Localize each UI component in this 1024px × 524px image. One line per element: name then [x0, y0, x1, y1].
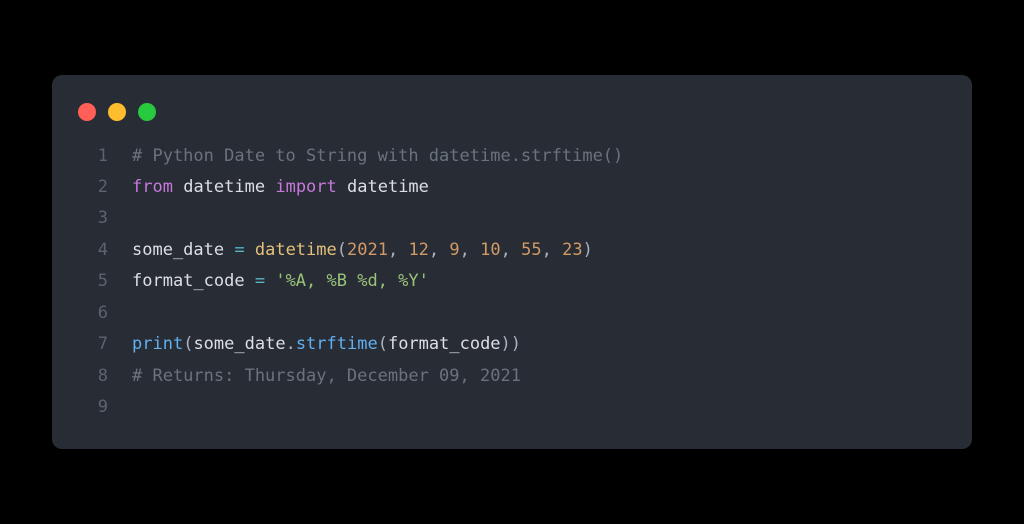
line-content: print(some_date.strftime(format_code)) — [132, 329, 521, 360]
code-line: 4 some_date = datetime(2021, 12, 9, 10, … — [78, 235, 946, 266]
code-line: 2 from datetime import datetime — [78, 172, 946, 203]
line-content: some_date = datetime(2021, 12, 9, 10, 55… — [132, 235, 593, 266]
code-line: 8 # Returns: Thursday, December 09, 2021 — [78, 361, 946, 392]
line-number: 7 — [78, 329, 108, 360]
close-icon[interactable] — [78, 103, 96, 121]
line-content: # Python Date to String with datetime.st… — [132, 141, 623, 172]
code-editor-window: 1 # Python Date to String with datetime.… — [52, 75, 972, 450]
window-controls — [52, 95, 972, 141]
line-content: format_code = '%A, %B %d, %Y' — [132, 266, 429, 297]
line-number: 3 — [78, 203, 108, 234]
code-line: 1 # Python Date to String with datetime.… — [78, 141, 946, 172]
code-content: 1 # Python Date to String with datetime.… — [52, 141, 972, 424]
code-line: 3 — [78, 203, 946, 234]
line-number: 1 — [78, 141, 108, 172]
code-line: 5 format_code = '%A, %B %d, %Y' — [78, 266, 946, 297]
line-number: 9 — [78, 392, 108, 423]
line-content: # Returns: Thursday, December 09, 2021 — [132, 361, 521, 392]
maximize-icon[interactable] — [138, 103, 156, 121]
line-number: 4 — [78, 235, 108, 266]
line-number: 6 — [78, 298, 108, 329]
code-line: 7 print(some_date.strftime(format_code)) — [78, 329, 946, 360]
line-number: 2 — [78, 172, 108, 203]
code-line: 6 — [78, 298, 946, 329]
minimize-icon[interactable] — [108, 103, 126, 121]
line-content: from datetime import datetime — [132, 172, 429, 203]
line-number: 5 — [78, 266, 108, 297]
code-line: 9 — [78, 392, 946, 423]
line-number: 8 — [78, 361, 108, 392]
